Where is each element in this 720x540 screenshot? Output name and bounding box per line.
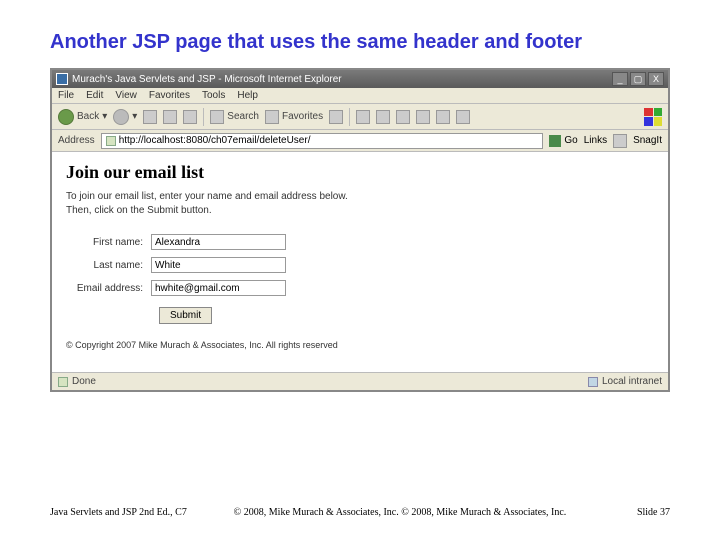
discuss-icon[interactable] <box>436 110 450 124</box>
page-heading: Join our email list <box>66 162 654 183</box>
done-icon <box>58 377 68 387</box>
email-field[interactable] <box>151 280 286 296</box>
slide-footer: Java Servlets and JSP 2nd Ed., C7 © 2008… <box>0 507 720 518</box>
status-text: Done <box>72 376 96 387</box>
submit-button[interactable]: Submit <box>159 307 212 324</box>
first-name-label: First name: <box>66 237 151 248</box>
favorites-button[interactable]: Favorites <box>265 110 323 124</box>
status-bar: Done Local intranet <box>52 372 668 390</box>
menu-file[interactable]: File <box>58 90 74 101</box>
zone-text: Local intranet <box>602 376 662 387</box>
maximize-button[interactable]: ▢ <box>630 72 646 86</box>
instruction-line-1: To join our email list, enter your name … <box>66 191 654 202</box>
media-icon[interactable] <box>329 110 343 124</box>
toolbar: Back▾ ▾ Search Favorites <box>52 104 668 130</box>
address-label: Address <box>58 135 95 146</box>
window-title: Murach's Java Servlets and JSP - Microso… <box>72 74 612 85</box>
address-field[interactable]: http://localhost:8080/ch07email/deleteUs… <box>101 133 544 149</box>
page-content: Join our email list To join our email li… <box>52 152 668 372</box>
back-button[interactable]: Back▾ <box>58 109 107 125</box>
menu-favorites[interactable]: Favorites <box>149 90 190 101</box>
last-name-field[interactable] <box>151 257 286 273</box>
minimize-button[interactable]: _ <box>612 72 628 86</box>
page-icon <box>106 136 116 146</box>
home-icon[interactable] <box>183 110 197 124</box>
first-name-field[interactable] <box>151 234 286 250</box>
print-icon[interactable] <box>396 110 410 124</box>
mail-icon[interactable] <box>376 110 390 124</box>
snagit-icon[interactable] <box>613 134 627 148</box>
snagit-label: SnagIt <box>633 135 662 146</box>
address-url: http://localhost:8080/ch07email/deleteUs… <box>119 135 311 146</box>
email-label: Email address: <box>66 283 151 294</box>
close-button[interactable]: X <box>648 72 664 86</box>
slide-title: Another JSP page that uses the same head… <box>50 30 670 54</box>
windows-logo-icon <box>644 108 662 126</box>
address-bar: Address http://localhost:8080/ch07email/… <box>52 130 668 152</box>
ie-icon <box>56 73 68 85</box>
links-label[interactable]: Links <box>584 135 607 146</box>
menubar: File Edit View Favorites Tools Help <box>52 88 668 104</box>
footer-left: Java Servlets and JSP 2nd Ed., C7 <box>50 507 210 518</box>
stop-icon[interactable] <box>143 110 157 124</box>
titlebar: Murach's Java Servlets and JSP - Microso… <box>52 70 668 88</box>
edit-icon[interactable] <box>416 110 430 124</box>
footer-right: Slide 37 <box>590 507 670 518</box>
menu-view[interactable]: View <box>115 90 137 101</box>
menu-help[interactable]: Help <box>237 90 258 101</box>
research-icon[interactable] <box>456 110 470 124</box>
page-copyright: © Copyright 2007 Mike Murach & Associate… <box>66 340 654 350</box>
search-button[interactable]: Search <box>210 110 259 124</box>
menu-tools[interactable]: Tools <box>202 90 225 101</box>
last-name-label: Last name: <box>66 260 151 271</box>
go-button[interactable]: Go <box>549 135 577 147</box>
refresh-icon[interactable] <box>163 110 177 124</box>
instruction-line-2: Then, click on the Submit button. <box>66 205 654 216</box>
browser-window: Murach's Java Servlets and JSP - Microso… <box>50 68 670 392</box>
zone-icon <box>588 377 598 387</box>
forward-button[interactable]: ▾ <box>113 109 137 125</box>
footer-center: © 2008, Mike Murach & Associates, Inc. ©… <box>210 507 590 518</box>
history-icon[interactable] <box>356 110 370 124</box>
menu-edit[interactable]: Edit <box>86 90 103 101</box>
